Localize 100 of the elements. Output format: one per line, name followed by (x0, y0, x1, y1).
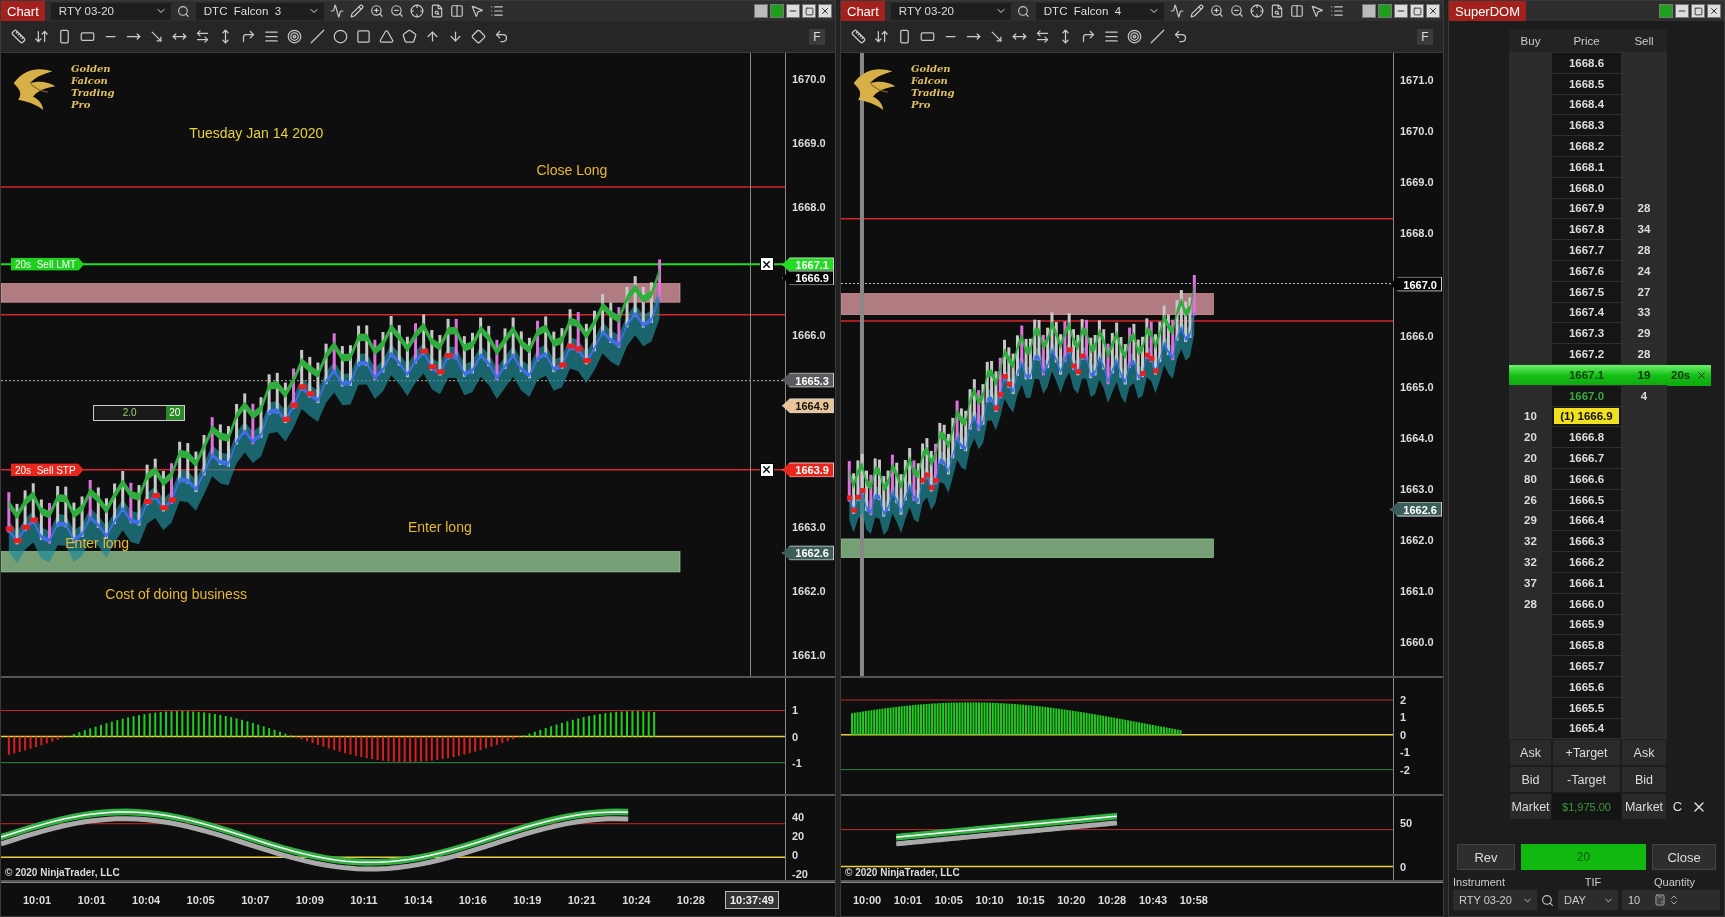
rectangle-icon[interactable] (897, 29, 912, 44)
search-icon[interactable] (1541, 893, 1554, 907)
rectangle-icon[interactable] (80, 29, 95, 44)
buy-size-cell[interactable] (1509, 302, 1552, 324)
sell-size-cell[interactable] (1621, 531, 1667, 553)
buy-size-cell[interactable] (1509, 136, 1552, 157)
buy-size-cell[interactable] (1509, 281, 1552, 303)
sell-order-button[interactable]: Market (1621, 793, 1667, 821)
instrument-dropdown[interactable]: RTY 03-20 (50, 2, 171, 20)
sell-size-cell[interactable]: 33 (1621, 302, 1667, 324)
zoom-in-icon[interactable] (369, 4, 384, 18)
sell-size-cell[interactable]: 34 (1621, 219, 1667, 241)
close-position-button[interactable]: Close (1652, 844, 1716, 871)
pointer-icon[interactable] (469, 4, 484, 18)
sell-size-cell[interactable]: 4 (1621, 385, 1667, 407)
sell-size-cell[interactable]: 28 (1621, 198, 1667, 220)
sell-size-cell[interactable] (1621, 53, 1667, 74)
close-icon[interactable] (1696, 369, 1707, 381)
sell-size-cell[interactable]: 24 (1621, 260, 1667, 282)
sell-size-cell[interactable] (1621, 718, 1667, 740)
sell-size-cell[interactable]: 29 (1621, 323, 1667, 345)
buy-size-cell[interactable] (1509, 718, 1552, 740)
circle-icon[interactable] (333, 29, 348, 44)
file-search-icon[interactable] (429, 4, 444, 18)
rectangle-icon[interactable] (57, 29, 72, 44)
sell-size-cell[interactable] (1621, 115, 1667, 137)
buy-size-cell[interactable]: 28 (1509, 593, 1552, 615)
sell-size-cell[interactable] (1621, 427, 1667, 449)
target-button[interactable]: -Target (1552, 766, 1621, 794)
buy-size-cell[interactable] (1509, 53, 1552, 74)
undo-icon[interactable] (494, 29, 509, 44)
file-search-icon[interactable] (1269, 4, 1284, 18)
zoom-out-icon[interactable] (1229, 4, 1244, 18)
reverse-button[interactable]: Rev (1457, 844, 1515, 871)
sell-size-cell[interactable] (1621, 552, 1667, 573)
slash-icon[interactable] (1150, 29, 1165, 44)
target-icon[interactable] (287, 29, 302, 44)
sell-size-cell[interactable] (1621, 489, 1667, 511)
sell-size-cell[interactable] (1621, 468, 1667, 490)
buy-size-cell[interactable] (1509, 198, 1552, 220)
target-button[interactable]: +Target (1552, 739, 1621, 767)
sell-size-cell[interactable] (1621, 448, 1667, 469)
buy-size-cell[interactable] (1509, 385, 1552, 407)
sell-size-cell[interactable]: 19 (1621, 364, 1667, 386)
double-arrow-icon[interactable] (1035, 29, 1050, 44)
quantity-field[interactable]: 10 (1622, 890, 1720, 911)
sell-size-cell[interactable]: 27 (1621, 281, 1667, 303)
buy-size-cell[interactable] (1509, 240, 1552, 261)
diagonal-arrow-icon[interactable] (149, 29, 164, 44)
crosshair-icon[interactable] (1249, 4, 1264, 18)
search-icon[interactable] (176, 4, 190, 18)
sell-size-cell[interactable]: 28 (1621, 240, 1667, 261)
undo-icon[interactable] (1173, 29, 1188, 44)
buy-size-cell[interactable]: 80 (1509, 468, 1552, 490)
buy-size-cell[interactable]: 10 (1509, 406, 1552, 428)
sell-size-cell[interactable] (1621, 73, 1667, 95)
f-button[interactable]: F (809, 28, 825, 45)
sell-size-cell[interactable] (1621, 656, 1667, 677)
up-down-arrows-icon[interactable] (874, 29, 889, 44)
ruler-icon[interactable] (11, 29, 26, 44)
triangle-icon[interactable] (379, 29, 394, 44)
chart-icon[interactable] (1169, 4, 1184, 18)
sell-size-cell[interactable]: 28 (1621, 344, 1667, 365)
buy-size-cell[interactable]: 32 (1509, 552, 1552, 573)
sell-order-button[interactable]: Bid (1621, 766, 1667, 794)
sell-size-cell[interactable] (1621, 94, 1667, 116)
list-icon[interactable] (1329, 4, 1344, 18)
lines-icon[interactable] (264, 29, 279, 44)
zoom-out-icon[interactable] (389, 4, 404, 18)
buy-size-cell[interactable]: 37 (1509, 572, 1552, 594)
buy-size-cell[interactable] (1509, 344, 1552, 365)
sell-size-cell[interactable] (1621, 136, 1667, 157)
tif-select[interactable]: DAY (1558, 890, 1618, 911)
buy-size-cell[interactable] (1509, 656, 1552, 677)
pencil-icon[interactable] (1189, 4, 1204, 18)
buy-size-cell[interactable]: 32 (1509, 531, 1552, 553)
sell-size-cell[interactable] (1621, 572, 1667, 594)
sell-size-cell[interactable] (1621, 635, 1667, 657)
spinner-icon[interactable] (1668, 894, 1680, 907)
columns-icon[interactable] (449, 4, 464, 18)
sell-size-cell[interactable] (1621, 593, 1667, 615)
buy-size-cell[interactable]: 20 (1509, 448, 1552, 469)
sell-size-cell[interactable] (1621, 157, 1667, 178)
sell-order-button[interactable]: Ask (1621, 739, 1667, 767)
buy-size-cell[interactable]: 20 (1509, 427, 1552, 449)
template-dropdown[interactable]: DTC Falcon 3 (195, 2, 324, 20)
search-icon[interactable] (1016, 4, 1030, 18)
sell-size-cell[interactable] (1621, 676, 1667, 698)
columns-icon[interactable] (1289, 4, 1304, 18)
rectangle-icon[interactable] (920, 29, 935, 44)
chart-icon[interactable] (329, 4, 344, 18)
corner-arrow-icon[interactable] (241, 29, 256, 44)
buy-size-cell[interactable] (1509, 115, 1552, 137)
slash-icon[interactable] (310, 29, 325, 44)
cancel-button[interactable]: C (1670, 799, 1685, 815)
buy-size-cell[interactable] (1509, 157, 1552, 178)
pentagon-icon[interactable] (402, 29, 417, 44)
down-arrow-icon[interactable] (448, 29, 463, 44)
zoom-in-icon[interactable] (1209, 4, 1224, 18)
instrument-dropdown[interactable]: RTY 03-20 (890, 2, 1011, 20)
